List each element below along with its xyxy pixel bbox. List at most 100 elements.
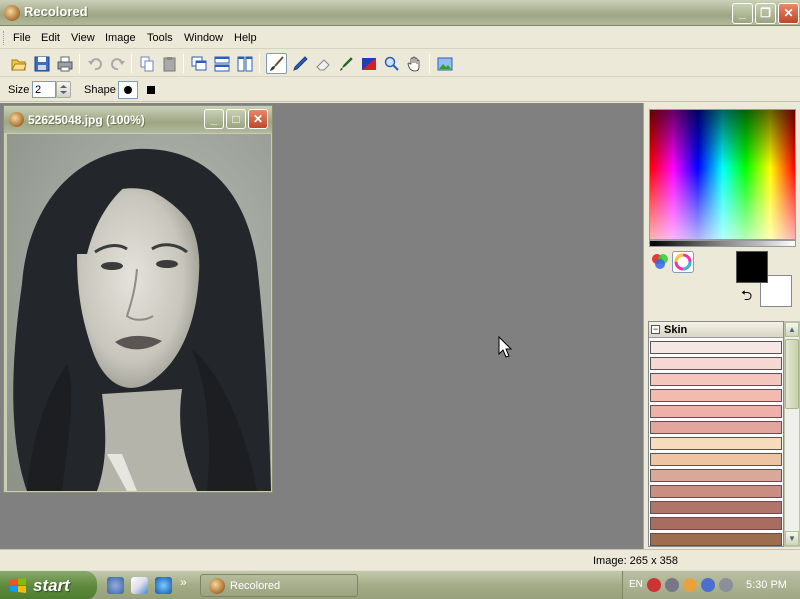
- menu-window[interactable]: Window: [184, 32, 223, 44]
- menu-help[interactable]: Help: [234, 32, 257, 44]
- scroll-thumb[interactable]: [785, 339, 799, 409]
- menu-grip: [3, 31, 6, 45]
- palette-color-swatch[interactable]: [650, 373, 782, 386]
- palette-color-swatch[interactable]: [650, 469, 782, 482]
- palette-color-swatch[interactable]: [650, 453, 782, 466]
- round-shape-button[interactable]: [118, 81, 138, 99]
- palette-group-title: Skin: [664, 324, 688, 336]
- paste-icon[interactable]: [159, 53, 180, 74]
- size-label: Size: [8, 84, 30, 96]
- tray-network-icon[interactable]: [665, 578, 679, 592]
- palette-group-header[interactable]: − Skin: [649, 322, 783, 338]
- quicklaunch-chevron[interactable]: »: [180, 575, 187, 589]
- color-wheel-icon[interactable]: [649, 251, 671, 273]
- taskbar-item-label: Recolored: [230, 580, 281, 592]
- start-button[interactable]: start: [0, 571, 97, 599]
- windows-flag-icon: [10, 578, 26, 593]
- open-icon[interactable]: [8, 53, 29, 74]
- redo-icon[interactable]: [107, 53, 128, 74]
- shape-label: Shape: [84, 84, 116, 96]
- start-label: start: [33, 576, 70, 595]
- undo-icon[interactable]: [84, 53, 105, 74]
- portrait-photo: [7, 134, 271, 491]
- image-maximize-button[interactable]: □: [226, 109, 246, 129]
- tray-back-icon[interactable]: [647, 578, 661, 592]
- palette-color-swatch[interactable]: [650, 341, 782, 354]
- palette-color-swatch[interactable]: [650, 533, 782, 546]
- minimize-button[interactable]: _: [732, 3, 753, 24]
- foreground-color-swatch[interactable]: [736, 251, 768, 283]
- toolbar-separator: [259, 54, 260, 73]
- palette-scrollbar[interactable]: ▲ ▼: [784, 321, 800, 547]
- close-button[interactable]: ✕: [778, 3, 799, 24]
- color-spectrum-picker[interactable]: [649, 109, 796, 240]
- hand-icon[interactable]: [404, 53, 425, 74]
- tile-vertical-icon[interactable]: [234, 53, 255, 74]
- scroll-up-arrow[interactable]: ▲: [785, 322, 799, 337]
- grayscale-strip[interactable]: [649, 240, 796, 247]
- collapse-icon[interactable]: −: [651, 325, 660, 334]
- menu-file[interactable]: File: [13, 32, 31, 44]
- tool-options-bar: Size Shape: [0, 78, 800, 102]
- photo-canvas[interactable]: [7, 134, 271, 491]
- taskbar-item-recolored[interactable]: Recolored: [200, 574, 358, 597]
- taskbar: start » Recolored EN 5:30 PM: [0, 570, 800, 599]
- menu-bar: File Edit View Image Tools Window Help: [0, 27, 800, 49]
- pencil-icon[interactable]: [289, 53, 310, 74]
- palette-color-swatch[interactable]: [650, 405, 782, 418]
- zoom-icon[interactable]: [381, 53, 402, 74]
- eraser-icon[interactable]: [312, 53, 333, 74]
- menu-image[interactable]: Image: [105, 32, 136, 44]
- square-shape-button[interactable]: [141, 81, 161, 99]
- save-icon[interactable]: [31, 53, 52, 74]
- color-panel: ⮌ − Skin ▲ ▼: [643, 103, 800, 549]
- system-tray: EN 5:30 PM: [622, 571, 800, 599]
- palette-list: − Skin: [648, 321, 784, 547]
- quicklaunch-ie-icon[interactable]: [155, 577, 172, 594]
- palette-color-swatch[interactable]: [650, 357, 782, 370]
- print-icon[interactable]: [54, 53, 75, 74]
- language-indicator[interactable]: EN: [629, 579, 643, 590]
- menu-view[interactable]: View: [71, 32, 95, 44]
- palette-color-swatch[interactable]: [650, 437, 782, 450]
- image-window-title-bar[interactable]: 52625048.jpg (100%) _ □ ✕: [4, 106, 272, 133]
- restore-button[interactable]: ❐: [755, 3, 776, 24]
- toolbar: [0, 50, 800, 77]
- clock[interactable]: 5:30 PM: [746, 579, 787, 591]
- palette-color-swatch[interactable]: [650, 517, 782, 530]
- title-bar: Recolored _ ❐ ✕: [0, 0, 800, 26]
- status-bar: Image: 265 x 358: [0, 549, 800, 570]
- image-size-status: Image: 265 x 358: [593, 555, 679, 567]
- eyedropper-icon[interactable]: [335, 53, 356, 74]
- image-properties-icon[interactable]: [434, 53, 455, 74]
- tray-display-icon[interactable]: [701, 578, 715, 592]
- quicklaunch-desktop-icon[interactable]: [131, 577, 148, 594]
- size-spinner[interactable]: [56, 81, 71, 98]
- tile-horizontal-icon[interactable]: [211, 53, 232, 74]
- toolbar-separator: [79, 54, 80, 73]
- image-close-button[interactable]: ✕: [248, 109, 268, 129]
- app-icon: [4, 5, 20, 21]
- size-input[interactable]: [32, 81, 56, 98]
- hue-ring-icon[interactable]: [672, 251, 694, 273]
- image-window[interactable]: 52625048.jpg (100%) _ □ ✕: [3, 105, 273, 493]
- swap-colors-icon[interactable]: ⮌: [741, 285, 752, 309]
- app-icon: [209, 578, 225, 594]
- recolor-icon[interactable]: [358, 53, 379, 74]
- window-title: Recolored: [24, 4, 88, 19]
- brush-icon[interactable]: [266, 53, 287, 74]
- palette-color-swatch[interactable]: [650, 485, 782, 498]
- copy-icon[interactable]: [136, 53, 157, 74]
- palette-color-swatch[interactable]: [650, 389, 782, 402]
- tray-app-icon[interactable]: [683, 578, 697, 592]
- scroll-down-arrow[interactable]: ▼: [785, 531, 799, 546]
- tray-volume-icon[interactable]: [719, 578, 733, 592]
- cascade-windows-icon[interactable]: [188, 53, 209, 74]
- palette-color-swatch[interactable]: [650, 421, 782, 434]
- toolbar-separator: [183, 54, 184, 73]
- menu-edit[interactable]: Edit: [41, 32, 60, 44]
- image-minimize-button[interactable]: _: [204, 109, 224, 129]
- palette-color-swatch[interactable]: [650, 501, 782, 514]
- quicklaunch-globe-icon[interactable]: [107, 577, 124, 594]
- menu-tools[interactable]: Tools: [147, 32, 173, 44]
